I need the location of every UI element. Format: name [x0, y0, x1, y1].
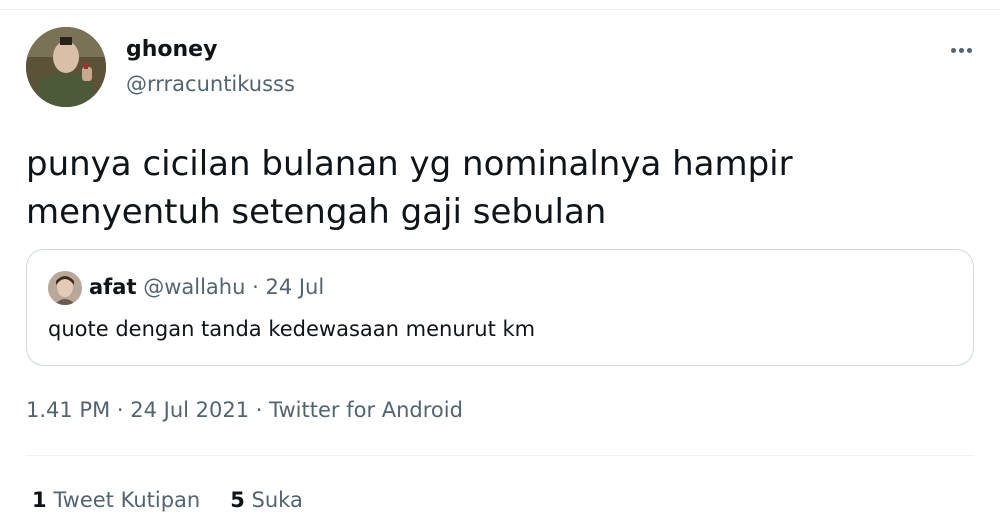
likes-stat[interactable]: 5 Suka [230, 488, 303, 512]
tweet-text: punya cicilan bulanan yg nominalnya hamp… [26, 144, 793, 232]
quote-tweets-stat[interactable]: 1 Tweet Kutipan [32, 488, 200, 512]
more-horizontal-icon[interactable] [945, 35, 977, 65]
meta-separator: · [249, 398, 270, 422]
quoted-avatar-image [48, 271, 82, 305]
quote-tweets-label: Tweet Kutipan [53, 488, 201, 512]
more-dot [950, 47, 956, 53]
quoted-author-name[interactable]: afat [89, 275, 137, 299]
author-handle[interactable]: @rrracuntikusss [126, 72, 295, 96]
tweet-date[interactable]: 24 Jul 2021 [130, 398, 249, 422]
quoted-author-avatar[interactable] [48, 271, 82, 305]
tweet-time[interactable]: 1.41 PM [26, 398, 110, 422]
author-avatar-image [26, 27, 106, 107]
more-dot [966, 47, 972, 53]
quoted-tweet-card[interactable]: afat @wallahu · 24 Jul quote dengan tand… [26, 249, 974, 366]
author-name[interactable]: ghoney [126, 37, 217, 62]
quoted-tweet-header: afat @wallahu · 24 Jul [89, 275, 324, 299]
quoted-tweet-text: quote dengan tanda kedewasaan menurut km [48, 317, 536, 341]
meta-separator: · [110, 398, 131, 422]
tweet-metadata: 1.41 PM · 24 Jul 2021 · Twitter for Andr… [26, 398, 463, 422]
top-divider [0, 0, 1000, 10]
more-dot [958, 47, 964, 53]
likes-count: 5 [230, 488, 245, 512]
likes-label: Suka [251, 488, 303, 512]
quoted-separator: · [245, 275, 266, 299]
quote-tweets-count: 1 [32, 488, 47, 512]
tweet-stats: 1 Tweet Kutipan 5 Suka [32, 488, 333, 512]
stats-divider [26, 455, 974, 456]
quoted-author-handle[interactable]: @wallahu [143, 275, 245, 299]
quoted-date[interactable]: 24 Jul [265, 275, 324, 299]
tweet-source[interactable]: Twitter for Android [269, 398, 463, 422]
author-avatar[interactable] [26, 27, 106, 107]
